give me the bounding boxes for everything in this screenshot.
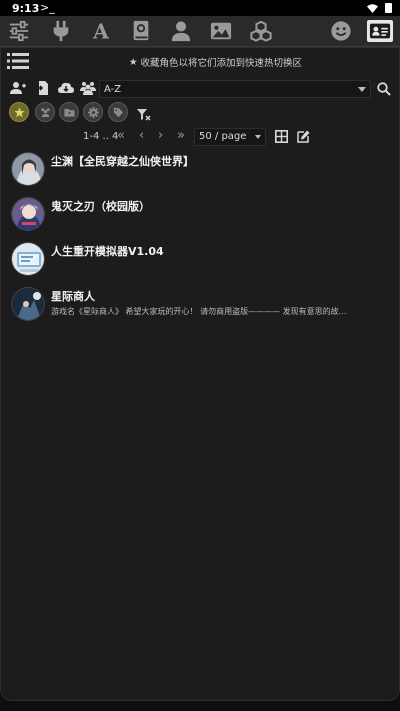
panel-header: ★ 收藏角色以将它们添加到快速热切换区 [1, 48, 399, 74]
book-atlas-icon[interactable] [128, 19, 154, 43]
last-page-button[interactable]: » [177, 128, 185, 144]
folder-icon [63, 108, 75, 117]
font-icon[interactable]: A [88, 19, 114, 43]
clock: 9:13 [12, 2, 40, 15]
character-panel: ★ 收藏角色以将它们添加到快速热切换区 A-Z 1-4 .. 4 « ‹ › »… [0, 47, 400, 701]
character-name: 人生重开模拟器V1.04 [51, 245, 164, 258]
avatar [11, 242, 45, 276]
user-icon[interactable] [168, 19, 194, 43]
avatar [11, 287, 45, 321]
tag-filter-bar [1, 102, 399, 126]
cubes-icon[interactable] [248, 19, 274, 43]
import-file-icon[interactable] [33, 80, 51, 96]
character-item[interactable]: 人生重开模拟器V1.04 [1, 242, 399, 286]
per-page-select[interactable]: 50 / page [194, 128, 266, 146]
character-name: 鬼灭之刃（校园版） [51, 200, 150, 213]
favorites-hint: ★ 收藏角色以将它们添加到快速热切换区 [129, 55, 303, 70]
image-icon[interactable] [208, 19, 234, 43]
search-icon[interactable] [377, 81, 391, 96]
sort-select-value: A-Z [104, 84, 122, 95]
add-character-icon[interactable] [9, 80, 27, 96]
list-menu-icon[interactable] [7, 52, 29, 70]
address-card-icon[interactable] [367, 20, 393, 42]
chevron-down-icon [358, 87, 366, 92]
character-item[interactable]: 尘渊【全民穿越之仙侠世界】 [1, 152, 399, 196]
pagination-range: 1-4 .. 4 [83, 131, 119, 142]
tags-filter-button[interactable] [108, 102, 128, 122]
smiley-icon[interactable] [328, 19, 354, 43]
users-icon [40, 107, 50, 117]
battery-icon [385, 3, 392, 13]
first-page-button[interactable]: « [117, 128, 125, 144]
bulk-edit-icon[interactable] [297, 130, 310, 143]
folders-filter-button[interactable] [59, 102, 79, 122]
sliders-icon[interactable] [6, 19, 32, 43]
status-bar: 9:13 >_ [0, 0, 400, 16]
pagination: 1-4 .. 4 « ‹ › » 50 / page [1, 128, 399, 146]
character-toolbar: A-Z [1, 78, 399, 100]
groups-filter-button[interactable] [35, 102, 55, 122]
next-page-button[interactable]: › [158, 128, 163, 144]
sort-select[interactable]: A-Z [99, 80, 371, 98]
character-item[interactable]: 鬼灭之刃（校园版） [1, 197, 399, 241]
filter-clear-icon[interactable] [137, 106, 151, 121]
svg-text:A: A [92, 20, 109, 42]
character-name: 尘渊【全民穿越之仙侠世界】 [51, 155, 194, 168]
star-icon: ★ [129, 56, 138, 68]
settings-filter-button[interactable] [83, 102, 103, 122]
plug-icon[interactable] [48, 19, 74, 43]
previous-page-button[interactable]: ‹ [139, 128, 144, 144]
star-icon [13, 106, 25, 117]
top-nav-bar: A [0, 16, 400, 47]
favorites-hint-text: 收藏角色以将它们添加到快速热切换区 [140, 58, 303, 69]
character-description: 游戏名《星际商人》 希望大家玩的开心！ 请勿商用盗版———— 发现有意思的故..… [51, 307, 347, 316]
avatar [11, 197, 45, 231]
avatar [11, 152, 45, 186]
per-page-value: 50 / page [199, 131, 247, 142]
create-group-icon[interactable] [79, 80, 97, 96]
chevron-down-icon [255, 135, 261, 139]
tags-icon [113, 107, 123, 117]
gear-icon [87, 106, 99, 118]
character-item[interactable]: 星际商人 游戏名《星际商人》 希望大家玩的开心！ 请勿商用盗版———— 发现有意… [1, 287, 399, 331]
character-name: 星际商人 [51, 290, 95, 303]
wifi-icon [367, 3, 378, 16]
favorites-filter-button[interactable] [9, 102, 29, 122]
terminal-notification-icon: >_ [40, 1, 55, 14]
cloud-download-icon[interactable] [57, 80, 75, 96]
grid-view-icon[interactable] [275, 130, 288, 143]
